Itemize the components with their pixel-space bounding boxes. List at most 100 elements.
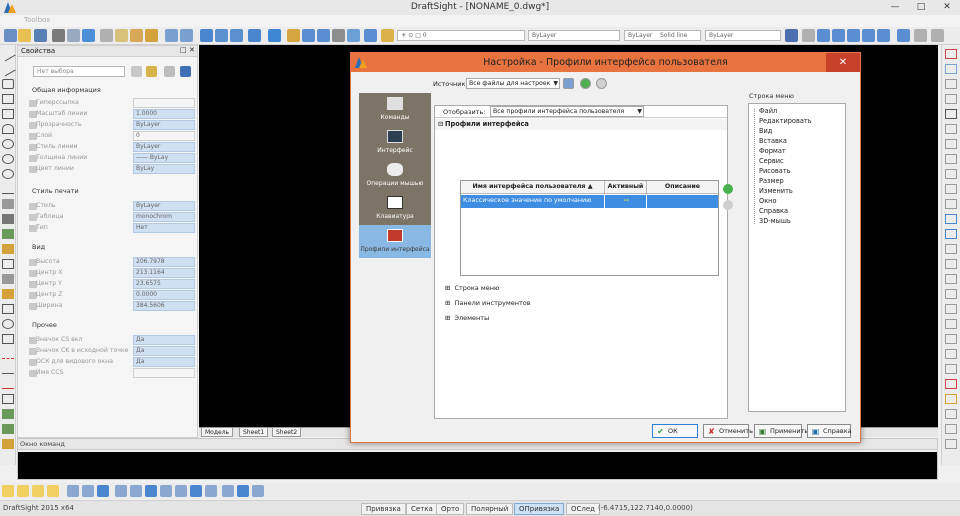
draw-order-icon[interactable] (785, 29, 798, 42)
move-icon[interactable] (945, 124, 957, 134)
ellipse-icon[interactable] (2, 169, 14, 179)
break-icon[interactable] (945, 214, 957, 224)
dim-linear-icon[interactable] (222, 485, 234, 497)
property-value[interactable]: 23.6575 (133, 279, 195, 289)
status-etrack[interactable]: ОСлед (566, 503, 601, 515)
layer-manager-icon[interactable] (287, 29, 300, 42)
table-style-icon[interactable] (832, 29, 845, 42)
align-icon[interactable] (945, 289, 957, 299)
selection-combo[interactable]: Нет выбора (33, 66, 125, 77)
status-grid[interactable]: Сетка (406, 503, 438, 515)
pin-icon[interactable]: □ (180, 46, 187, 54)
copy-icon[interactable] (115, 29, 128, 42)
lineweight-combo[interactable]: ByLayer (705, 30, 781, 41)
minimize-icon[interactable]: — (882, 0, 908, 15)
edit-block-icon[interactable] (945, 379, 957, 389)
tab-sheet2[interactable]: Sheet2 (272, 428, 302, 437)
apply-button[interactable]: ▣ Применить (754, 424, 808, 438)
extend-icon[interactable] (945, 199, 957, 209)
property-value[interactable]: 384.5606 (133, 301, 195, 311)
rotate-icon[interactable] (945, 139, 957, 149)
pan-icon[interactable] (200, 29, 213, 42)
property-value[interactable]: Да (133, 357, 195, 367)
layer-combo[interactable]: ☀ ⊙ □ 0 (397, 30, 525, 41)
scale-icon[interactable] (945, 154, 957, 164)
status-snap[interactable]: Привязка (361, 503, 406, 515)
revision-cloud-icon[interactable] (2, 304, 14, 314)
quick-select-icon[interactable] (146, 66, 157, 77)
spline-icon[interactable] (2, 184, 14, 194)
add-profile-icon[interactable] (723, 184, 733, 194)
edit-hatch-icon[interactable] (945, 319, 957, 329)
property-value[interactable]: ByLayer (133, 142, 195, 152)
paste-icon[interactable] (130, 29, 143, 42)
property-value[interactable]: 0 (133, 131, 195, 141)
wipeout-icon[interactable] (2, 334, 14, 344)
ucs-icon[interactable] (897, 29, 910, 42)
eraser-icon[interactable] (931, 29, 944, 42)
tool-matrix-icon[interactable] (347, 29, 360, 42)
snap-node-icon[interactable] (47, 485, 59, 497)
dim-angular-icon[interactable] (252, 485, 264, 497)
layer-state-icon[interactable] (381, 29, 394, 42)
entity-snap-settings-icon[interactable] (205, 485, 217, 497)
maximize-icon[interactable]: □ (908, 0, 934, 15)
measure-icon[interactable] (945, 439, 957, 449)
arc-icon[interactable] (2, 124, 14, 134)
cancel-button[interactable]: ✘ Отменить (703, 424, 753, 438)
polygon-icon[interactable] (2, 94, 14, 104)
offset-icon[interactable] (945, 94, 957, 104)
attach-icon[interactable] (2, 424, 14, 434)
source-combo[interactable]: Все файлы для настроек ▼ (466, 78, 560, 89)
publish-icon[interactable] (82, 29, 95, 42)
fillet-icon[interactable] (945, 259, 957, 269)
ray-icon[interactable] (2, 364, 14, 374)
polyline-icon[interactable] (2, 79, 14, 89)
divide-icon[interactable] (945, 424, 957, 434)
snap-perpendicular-icon[interactable] (115, 485, 127, 497)
expander-menu-bar[interactable]: ⊞ Строка меню (445, 284, 499, 292)
match-properties-icon[interactable] (145, 29, 158, 42)
property-value[interactable]: Нет (133, 223, 195, 233)
sketch-icon[interactable] (2, 439, 14, 449)
properties-icon[interactable] (317, 29, 330, 42)
snap-apparent-icon[interactable] (190, 485, 202, 497)
menu-tree-item[interactable]: Размер (759, 177, 784, 185)
expander-toolbars[interactable]: ⊞ Панели инструментов (445, 299, 531, 307)
menu-tree-item[interactable]: Сервис (759, 157, 784, 165)
property-value[interactable]: 213.1164 (133, 268, 195, 278)
save-icon[interactable] (34, 29, 47, 42)
menu-tree-item[interactable]: 3D-мышь (759, 217, 791, 225)
display-combo[interactable]: Все профили интерфейса пользователя ▼ (490, 106, 644, 117)
menu-tree-item[interactable]: Вид (759, 127, 772, 135)
menu-tree-item[interactable]: Редактировать (759, 117, 812, 125)
copy-icon[interactable] (945, 64, 957, 74)
select-objects-icon[interactable] (131, 66, 142, 77)
close-panel-icon[interactable]: ✕ (189, 46, 195, 54)
lengthen-icon[interactable] (945, 304, 957, 314)
table-icon[interactable] (2, 244, 14, 254)
property-value[interactable] (133, 368, 195, 378)
dimension-style-icon[interactable] (802, 29, 815, 42)
line-icon[interactable] (0, 46, 16, 62)
property-value[interactable]: ByLayer (133, 201, 195, 211)
property-value[interactable]: 0.0000 (133, 290, 195, 300)
properties-match-icon[interactable] (945, 394, 957, 404)
open-settings-file-icon[interactable] (563, 78, 574, 89)
menu-tree-item[interactable]: Справка (759, 207, 788, 215)
remove-settings-icon[interactable] (596, 78, 607, 89)
snap-mid-icon[interactable] (17, 485, 29, 497)
category-interface[interactable]: Интерфейс (359, 126, 431, 159)
note-icon[interactable] (2, 274, 14, 284)
linetype-name[interactable]: Solid line (657, 30, 701, 41)
menu-tree-item[interactable]: Формат (759, 147, 786, 155)
redo-icon[interactable] (180, 29, 193, 42)
expander-elements[interactable]: ⊞ Элементы (445, 314, 489, 322)
trim-icon[interactable] (945, 184, 957, 194)
add-settings-icon[interactable] (580, 78, 591, 89)
design-resources-icon[interactable] (332, 29, 345, 42)
status-polar[interactable]: Полярный (466, 503, 514, 515)
snap-end-icon[interactable] (2, 485, 14, 497)
col-header-description[interactable]: Описание (647, 181, 718, 194)
property-value[interactable]: 1.0000 (133, 109, 195, 119)
